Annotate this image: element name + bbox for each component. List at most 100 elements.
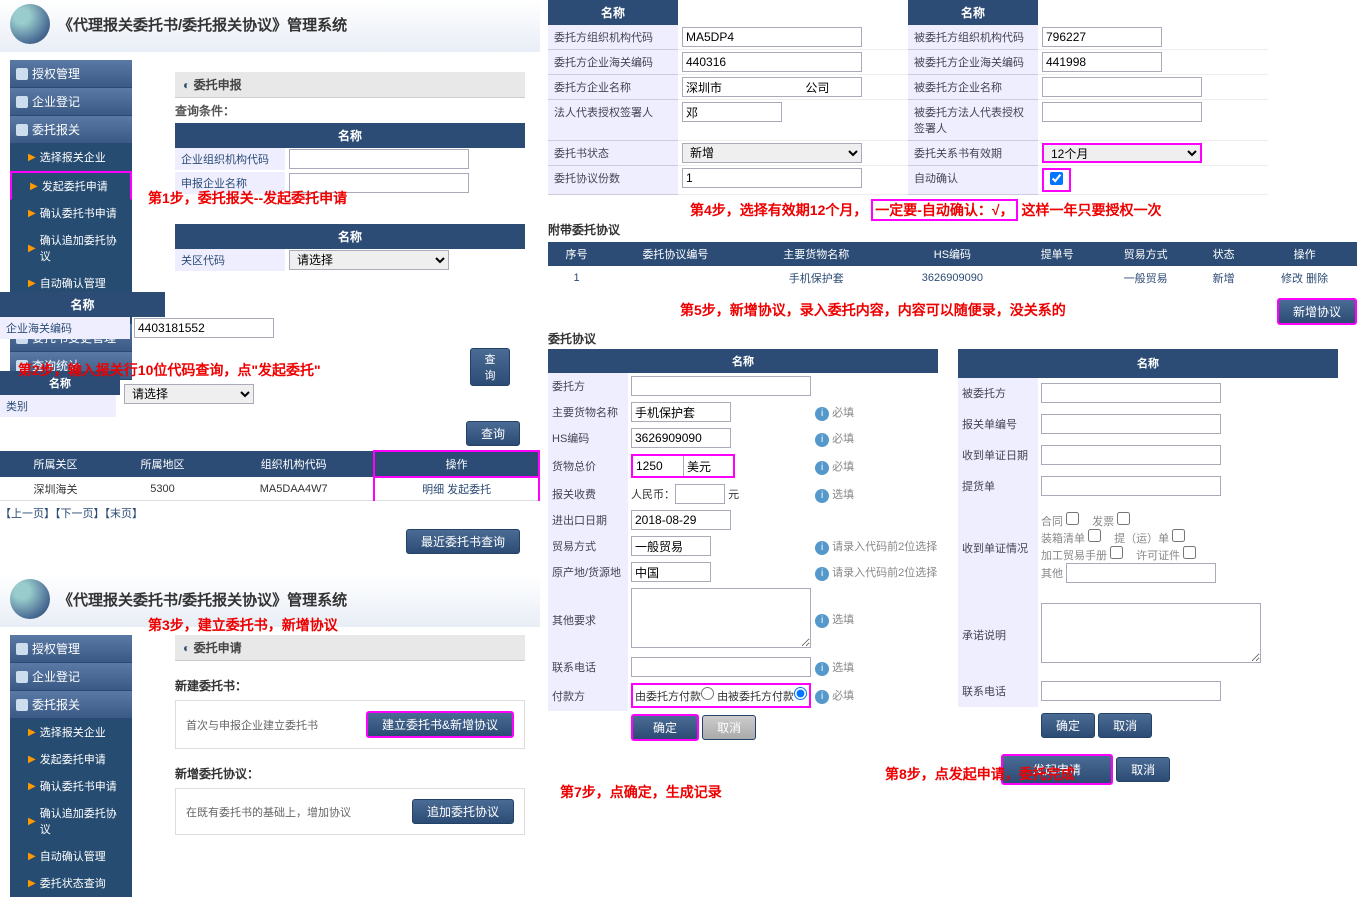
bgdh-input[interactable] [1041, 414, 1221, 434]
phone2-input[interactable] [1041, 681, 1221, 701]
cancel-final-button[interactable]: 取消 [1116, 757, 1170, 782]
sdrz-input[interactable] [1041, 445, 1221, 465]
arrow-icon: ▶ [28, 851, 36, 862]
sidebar-item-auth[interactable]: 授权管理 [10, 635, 132, 663]
cell [605, 266, 746, 290]
lbl: 原产地/货源地 [548, 559, 628, 585]
trade-input[interactable] [631, 536, 711, 556]
sidebar-child-confirm[interactable]: ▶确认委托书申请 [10, 773, 132, 800]
auto-confirm-checkbox[interactable] [1050, 172, 1063, 185]
sidebar-item-label: 确认追加委托协议 [40, 805, 126, 837]
arrow-icon: ▶ [28, 781, 36, 792]
other-doc-input[interactable] [1066, 563, 1216, 583]
required-hint: 必填 [832, 690, 854, 702]
lbl: 报关单编号 [958, 409, 1038, 440]
g-val [1038, 25, 1268, 50]
bwtf-org-code-input[interactable] [1042, 27, 1162, 47]
field-label: 企业海关编码 [0, 317, 130, 339]
chk-bol[interactable]: 提（运）单 [1114, 529, 1185, 546]
wtf-customs-code-input[interactable] [682, 52, 862, 72]
date-input[interactable] [631, 510, 731, 530]
sidebar-child-select[interactable]: ▶选择报关企业 [10, 144, 132, 171]
cell: 3626909090 [887, 266, 1019, 290]
sidebar-child-initiate[interactable]: ▶发起委托申请 [10, 171, 132, 200]
category-select[interactable]: 请选择 [124, 384, 254, 404]
lbl: 提货单 [958, 471, 1038, 502]
sidebar-item-register[interactable]: 企业登记 [10, 663, 132, 691]
bwtf-name-input[interactable] [1042, 77, 1202, 97]
customs-code-select[interactable]: 请选择 [289, 250, 449, 270]
sidebar-item-label: 选择报关企业 [40, 724, 106, 740]
org-code-input[interactable] [289, 149, 469, 169]
folder-icon [16, 96, 28, 108]
cancel-button-right[interactable]: 取消 [1098, 713, 1152, 738]
validity-select[interactable]: 12个月 [1042, 143, 1202, 163]
origin-input[interactable] [631, 562, 711, 582]
customs-company-code-input[interactable] [134, 318, 274, 338]
append-protocol-button[interactable]: 追加委托协议 [412, 799, 514, 824]
create-entrust-button[interactable]: 建立委托书&新增协议 [366, 711, 514, 738]
payer-radio-1[interactable]: 由委托方付款 [635, 691, 714, 703]
query-button[interactable]: 查询 [466, 421, 520, 446]
arrow-icon: ▶ [28, 727, 36, 738]
total-input[interactable] [633, 456, 683, 476]
bwf-input[interactable] [1041, 383, 1221, 403]
payer-radio-2[interactable]: 由被委托方付款 [717, 691, 807, 703]
sidebar-child-status[interactable]: ▶委托状态查询 [10, 870, 132, 897]
chk-invoice[interactable]: 发票 [1092, 512, 1130, 529]
recent-entrust-button[interactable]: 最近委托书查询 [406, 529, 520, 554]
sidebar-child-append[interactable]: ▶确认追加委托协议 [10, 227, 132, 270]
chk-license[interactable]: 许可证件 [1136, 546, 1196, 563]
bwtf-legal-input[interactable] [1042, 102, 1202, 122]
cancel-button[interactable]: 取消 [702, 715, 756, 740]
wtf-input[interactable] [631, 376, 811, 396]
sidebar-item-entrust[interactable]: 委托报关 [10, 691, 132, 719]
form-header: 名称 [958, 349, 1338, 378]
lbl: 联系电话 [548, 654, 628, 680]
protocol-count-input[interactable] [682, 168, 862, 188]
cell [1018, 266, 1096, 290]
phone-input[interactable] [631, 657, 811, 677]
wtf-name-input[interactable] [682, 77, 862, 97]
currency-input[interactable] [683, 456, 733, 476]
logo-icon [10, 579, 50, 619]
sidebar-child-confirm[interactable]: ▶确认委托书申请 [10, 200, 132, 227]
fee-input[interactable] [675, 484, 725, 504]
bwtf-customs-code-input[interactable] [1042, 52, 1162, 72]
sidebar-item-label: 委托报关 [32, 696, 80, 713]
ok-button-right[interactable]: 确定 [1041, 713, 1095, 738]
chk-processing[interactable]: 加工贸易手册 [1041, 546, 1123, 563]
pager[interactable]: 【上一页】【下一页】【末页】 [0, 501, 540, 525]
hint-text: 请录入代码前2位选择 [832, 567, 937, 579]
sidebar-child-select[interactable]: ▶ 选择报关企业 [10, 719, 132, 746]
ok-button[interactable]: 确定 [631, 714, 699, 741]
chk-packing[interactable]: 装箱清单 [1041, 529, 1101, 546]
cell-action-links[interactable]: 修改 删除 [1252, 266, 1357, 290]
info-icon: i [815, 489, 829, 503]
new-protocol-button[interactable]: 新增协议 [1277, 298, 1357, 325]
chk-contract[interactable]: 合同 [1041, 512, 1079, 529]
folder-icon [16, 671, 28, 683]
sidebar-child-autoconfirm[interactable]: ▶自动确认管理 [10, 843, 132, 870]
hs-input[interactable] [631, 428, 731, 448]
tdh-input[interactable] [1041, 476, 1221, 496]
commitment-textarea[interactable] [1041, 603, 1261, 663]
cell-action-links[interactable]: 明细 发起委托 [374, 477, 539, 501]
sidebar-item-entrust[interactable]: 委托报关 [10, 116, 132, 144]
lbl: 收到单证情况 [958, 502, 1038, 594]
other-textarea[interactable] [631, 588, 811, 648]
query-button-2[interactable]: 查询 [470, 348, 510, 386]
wtf-legal-input[interactable] [682, 102, 782, 122]
col-header: 组织机构代码 [214, 451, 374, 477]
optional-hint: 选填 [832, 662, 854, 674]
goods-input[interactable] [631, 402, 731, 422]
wtf-org-code-input[interactable] [682, 27, 862, 47]
optional-hint: 选填 [832, 489, 854, 501]
sidebar-child-append[interactable]: ▶确认追加委托协议 [10, 800, 132, 843]
info-icon: i [815, 407, 829, 421]
form-header: 名称 [548, 349, 938, 373]
sidebar-item-register[interactable]: 企业登记 [10, 88, 132, 116]
sidebar-item-auth[interactable]: 授权管理 [10, 60, 132, 88]
sidebar-child-initiate[interactable]: ▶发起委托申请 [10, 746, 132, 773]
status-select[interactable]: 新增 [682, 143, 862, 163]
